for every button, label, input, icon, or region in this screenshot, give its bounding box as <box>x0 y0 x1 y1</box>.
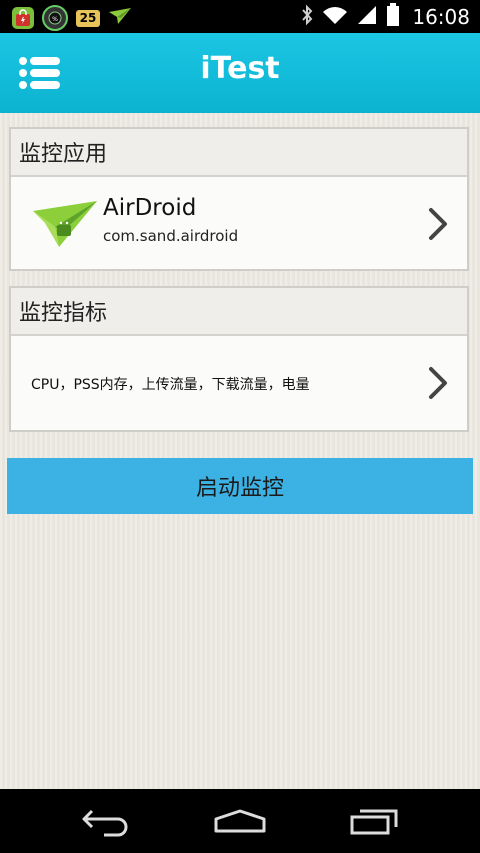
main-content: 监控应用 AirDroid com.sand.airdroid 监控指标 CPU… <box>0 113 480 789</box>
notification-icons: % 25 <box>12 5 132 31</box>
monitor-app-card: 监控应用 AirDroid com.sand.airdroid <box>9 127 469 271</box>
home-icon <box>214 809 266 833</box>
monitor-metrics-header: 监控指标 <box>11 288 467 336</box>
recents-icon <box>350 809 398 835</box>
back-button[interactable] <box>76 805 136 837</box>
app-package-name: com.sand.airdroid <box>103 227 239 245</box>
app-name: AirDroid <box>103 195 197 221</box>
chevron-right-icon <box>429 208 447 240</box>
metrics-list: CPU，PSS内存，上传流量，下载流量，电量 <box>31 377 310 393</box>
clock: 16:08 <box>412 5 470 29</box>
chevron-right-icon <box>429 367 447 399</box>
app-bar: iTest <box>0 33 480 113</box>
bluetooth-icon <box>300 4 314 30</box>
airdroid-icon <box>108 7 132 29</box>
airdroid-icon <box>33 201 97 247</box>
monitor-metrics-card: 监控指标 CPU，PSS内存，上传流量，下载流量，电量 <box>9 286 469 432</box>
page-title: iTest <box>200 51 280 86</box>
wifi-icon <box>322 4 348 30</box>
monitor-app-header: 监控应用 <box>11 129 467 177</box>
system-status-icons: 16:08 <box>300 3 470 31</box>
battery-icon <box>386 3 400 31</box>
navigation-bar <box>0 789 480 853</box>
shopping-bag-icon <box>12 7 34 29</box>
home-button[interactable] <box>210 805 270 837</box>
status-bar: % 25 16:08 <box>0 0 480 33</box>
signal-icon <box>356 4 378 30</box>
start-monitoring-button[interactable]: 启动监控 <box>7 458 473 514</box>
badge-25-icon: 25 <box>76 9 100 27</box>
back-icon <box>82 809 128 837</box>
recents-button[interactable] <box>344 805 404 837</box>
svg-text:%: % <box>52 16 58 23</box>
battery-app-icon: % <box>42 5 68 31</box>
metrics-row[interactable]: CPU，PSS内存，上传流量，下载流量，电量 <box>11 336 467 430</box>
selected-app-row[interactable]: AirDroid com.sand.airdroid <box>11 177 467 269</box>
